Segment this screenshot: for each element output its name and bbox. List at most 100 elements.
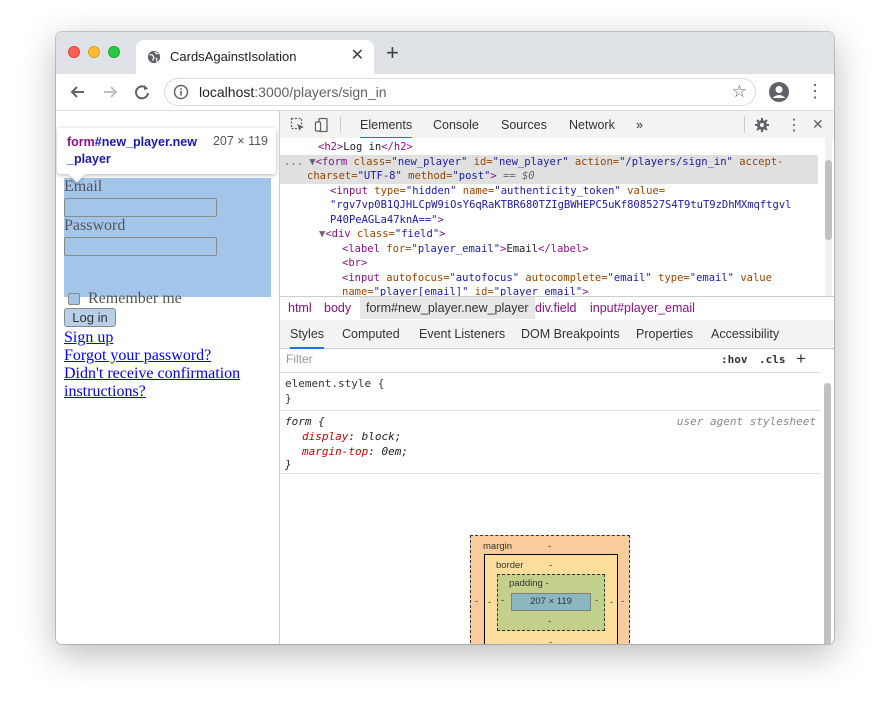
dom-node-form[interactable]: ... ▼<form class="new_player" id="new_pl… [284,155,822,170]
dom-tree: <h2>Log in</h2> ... ▼<form class="new_pl… [280,138,834,296]
tab-console[interactable]: Console [433,118,479,132]
sign-up-link[interactable]: Sign up [64,329,113,347]
tooltip-size: 207 × 119 [212,134,268,148]
prop-value: block [361,430,395,443]
tab-network[interactable]: Network [569,118,615,132]
css-prop-margin-top[interactable]: margin-top: 0em; [302,444,408,459]
breadcrumb: html body form#new_player.new_player div… [280,296,834,321]
attr-value: "email" [689,272,735,284]
crumb-html[interactable]: html [288,301,312,315]
tab-sources[interactable]: Sources [501,118,547,132]
dollar-zero: $0 [521,170,535,182]
dom-node-br[interactable]: <br> [342,256,834,271]
subtab-accessibility[interactable]: Accessibility [711,327,779,341]
remember-me-checkbox[interactable] [68,293,80,305]
forward-arrow-icon[interactable] [100,82,120,102]
password-field[interactable] [64,237,217,256]
dom-scrollbar-thumb[interactable] [825,160,832,240]
attr-value: "authenticity_token" [494,185,621,197]
reload-icon[interactable] [132,82,152,102]
attr-name: value [734,272,772,284]
browser-toolbar: localhost:3000/players/sign_in ☆ ⋮ [56,74,834,111]
padding-left-value: - [501,595,505,606]
attr-value: "new_player" [391,156,468,168]
back-arrow-icon[interactable] [68,82,88,102]
dom-node-input-hidden[interactable]: <input type="hidden" name="authenticity_… [330,184,834,199]
tag-open: <form [315,156,348,168]
border-left-value: - [488,597,492,608]
element-style-rule[interactable]: element.style { } [280,373,820,411]
inspect-element-icon[interactable] [290,117,306,133]
device-toolbar-icon[interactable] [314,117,330,133]
form-ua-rule[interactable]: form { user agent stylesheet display: bl… [280,411,820,474]
border-right-value: - [610,597,614,608]
tab-close-icon[interactable]: ✕ [351,47,364,65]
prop-name: margin-top [302,445,369,458]
attr-name: autocomplete= [519,272,608,284]
maximize-window-button[interactable] [108,46,120,58]
subtab-properties[interactable]: Properties [636,327,693,341]
attr-name: type= [367,185,406,197]
margin-right-value: - [621,596,625,607]
browser-menu-icon[interactable]: ⋮ [806,81,824,101]
dom-node-token: "rgv7vp0B1QJHLCpW9iOsY6qRaKTBR680TZIgBWH… [330,198,834,213]
gear-icon[interactable] [754,117,770,133]
tab-elements[interactable]: Elements [360,118,413,139]
attr-value: "player_email" [493,286,583,296]
inspect-tooltip: form#new_player.new _player 207 × 119 [57,128,276,183]
attr-name: class= [350,228,395,240]
css-prop-display[interactable]: display: block; [302,429,401,444]
toolbar-divider [744,116,745,133]
dom-node-div-field[interactable]: ▼<div class="field"> [319,227,834,242]
dom-node-label[interactable]: <label for="player_email">Email</label> [342,242,834,257]
box-model-content[interactable]: 207 × 119 [511,593,591,611]
attr-value: "/players/sign_in" [619,156,733,168]
close-window-button[interactable] [68,46,80,58]
attr-value: "field" [394,228,440,240]
confirmation-link-cont[interactable]: instructions? [64,383,146,401]
info-icon[interactable] [173,84,189,100]
styles-subtab-bar: Styles Computed Event Listeners DOM Brea… [280,320,834,349]
crumb-div-field[interactable]: div.field [535,301,576,315]
new-tab-icon[interactable]: + [386,42,399,64]
node-text: Log in [343,141,382,153]
confirmation-link[interactable]: Didn't receive confirmation [64,365,240,383]
url-host: localhost [199,84,255,100]
attr-name: accept- [732,156,784,168]
browser-tab[interactable]: CardsAgainstIsolation ✕ [136,40,374,74]
subtab-computed[interactable]: Computed [342,327,400,341]
crumb-input[interactable]: input#player_email [590,301,695,315]
form-rule-selector-line: form { [285,414,325,429]
hov-toggle[interactable]: :hov [721,353,748,366]
more-tabs-chevron[interactable]: » [636,118,643,132]
log-in-button[interactable]: Log in [64,308,116,327]
box-model-border[interactable]: border - - - - padding - - - - 207 × 119 [484,554,618,644]
forgot-password-link[interactable]: Forgot your password? [64,347,211,365]
address-bar[interactable]: localhost:3000/players/sign_in ☆ [164,78,756,106]
subtab-dom-breakpoints[interactable]: DOM Breakpoints [521,327,620,341]
email-field[interactable] [64,198,217,217]
attr-value: "rgv7vp0B1QJHLCpW9iOsY6qRaKTBR680TZIgBWH… [330,199,792,211]
box-model-margin[interactable]: margin - - - - border - - - - padding - … [470,535,630,644]
dom-node-h2[interactable]: <h2>Log in</h2> [318,140,834,155]
subtab-styles[interactable]: Styles [290,327,325,349]
border-label: border [496,560,524,571]
styles-filter-input[interactable]: Filter [286,352,706,366]
crumb-body[interactable]: body [324,301,351,315]
padding-label: padding - [509,578,549,589]
dom-node-input-email[interactable]: <input autofocus="autofocus" autocomplet… [342,271,834,286]
profile-avatar-icon[interactable] [768,81,790,103]
url-text: localhost:3000/players/sign_in [199,84,387,100]
attr-name: id= [467,156,493,168]
crumb-form[interactable]: form#new_player.new_player [360,297,535,319]
cls-toggle[interactable]: .cls [759,353,786,366]
minimize-window-button[interactable] [88,46,100,58]
styles-scrollbar-thumb[interactable] [824,383,831,644]
node-text: Email [506,243,538,255]
box-model-padding[interactable]: padding - - - - 207 × 119 [497,574,605,631]
subtab-event-listeners[interactable]: Event Listeners [419,327,505,341]
new-rule-plus-icon[interactable]: + [796,349,806,369]
devtools-menu-icon[interactable]: ⋮ [786,115,802,135]
close-devtools-icon[interactable]: ✕ [812,116,824,133]
bookmark-star-icon[interactable]: ☆ [732,82,747,102]
